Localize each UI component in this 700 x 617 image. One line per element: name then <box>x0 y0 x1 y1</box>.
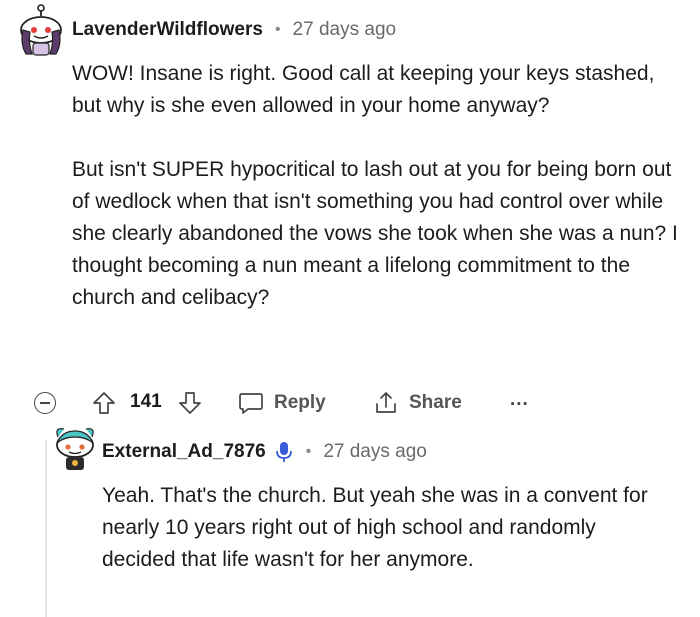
downvote-arrow-icon <box>179 392 201 414</box>
microphone-badge-icon <box>275 442 292 462</box>
comment-paragraph: But isn't SUPER hypocritical to lash out… <box>72 158 678 309</box>
upvote-button[interactable] <box>92 391 116 415</box>
comment-paragraph: WOW! Insane is right. Good call at keepi… <box>72 62 655 117</box>
comment-actions: 141 Reply Share ... <box>0 385 700 421</box>
comment-body: Yeah. That's the church. But yeah she wa… <box>102 480 672 576</box>
username[interactable]: External_Ad_7876 <box>102 441 266 463</box>
comment-paragraph: Yeah. That's the church. But yeah she wa… <box>102 484 648 571</box>
speech-bubble-icon <box>239 393 263 414</box>
more-options-button[interactable]: ... <box>510 389 529 411</box>
more-dots-icon: ... <box>510 389 529 410</box>
timestamp: 27 days ago <box>292 19 397 40</box>
vote-count: 141 <box>130 391 162 412</box>
meta-separator: • <box>305 443 312 460</box>
timestamp: 27 days ago <box>323 441 427 462</box>
avatar[interactable] <box>52 423 98 471</box>
thread-line[interactable] <box>45 440 47 617</box>
username[interactable]: LavenderWildflowers <box>72 19 263 41</box>
reply-button[interactable]: Reply <box>238 390 326 416</box>
share-arrow-icon <box>376 392 396 413</box>
share-label: Share <box>409 392 462 413</box>
collapse-thread-icon[interactable] <box>34 392 56 414</box>
comment-meta: LavenderWildflowers • 27 days ago <box>72 16 396 44</box>
comment-body: WOW! Insane is right. Good call at keepi… <box>72 58 682 314</box>
avatar[interactable] <box>16 4 66 56</box>
downvote-button[interactable] <box>178 391 202 415</box>
comment-meta: External_Ad_7876 • 27 days ago <box>102 438 427 466</box>
reply-label: Reply <box>274 392 326 413</box>
meta-separator: • <box>274 21 281 38</box>
upvote-arrow-icon <box>93 392 115 414</box>
share-button[interactable]: Share <box>373 390 462 416</box>
